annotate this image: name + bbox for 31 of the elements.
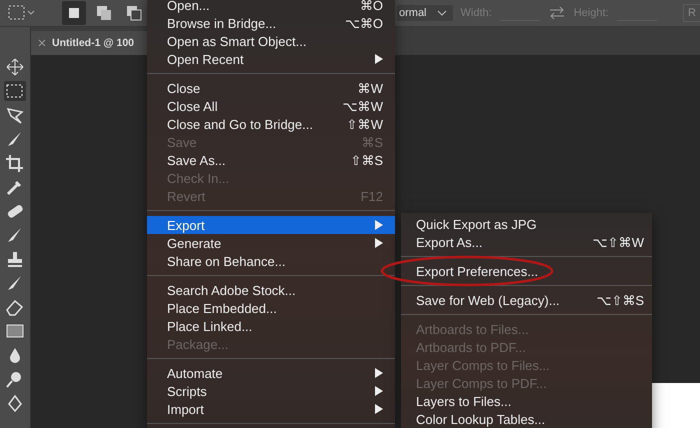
menu-item[interactable]: Export [147, 216, 395, 234]
move-icon[interactable] [4, 57, 26, 77]
menu-item[interactable]: Import [147, 400, 395, 418]
style-dropdown[interactable]: ormal [397, 5, 453, 21]
menu-item[interactable]: Close and Go to Bridge... ⇧⌘W [147, 115, 395, 133]
menu-item[interactable]: Export As... ⌥⇧⌘W [401, 233, 652, 251]
menu-item[interactable]: Quick Export as JPG [401, 215, 652, 233]
menu-item[interactable]: Place Linked... [147, 317, 395, 335]
menu-item[interactable]: Scripts [147, 382, 395, 400]
menu-item[interactable]: Search Adobe Stock... [147, 281, 395, 299]
menu-item[interactable]: Save As... ⇧⌘S [147, 151, 395, 169]
menu-item[interactable]: Browse in Bridge... ⌥⌘O [147, 14, 395, 32]
menu-item[interactable]: Place Embedded... [147, 299, 395, 317]
swap-icon[interactable] [548, 5, 566, 21]
document-canvas [652, 383, 700, 428]
lasso-icon[interactable] [4, 105, 26, 125]
new-selection-icon[interactable] [62, 1, 86, 25]
chevron-down-icon [436, 9, 447, 17]
menu-item[interactable]: Open... ⌘O [147, 0, 395, 14]
menu-item[interactable]: Color Lookup Tables... [401, 410, 652, 428]
crop-icon[interactable] [4, 153, 26, 173]
menu-item[interactable]: Close All ⌥⌘W [147, 97, 395, 115]
menu-item[interactable]: Export Preferences... [401, 262, 652, 280]
menu-item[interactable]: Generate [147, 234, 395, 252]
menu-item[interactable]: Share on Behance... [147, 252, 395, 270]
menu-item[interactable]: Automate [147, 364, 395, 382]
close-icon[interactable] [38, 39, 46, 47]
menu-item[interactable]: Close ⌘W [147, 79, 395, 97]
marquee-tool-icon[interactable] [4, 81, 26, 101]
menu-item[interactable]: Save for Web (Legacy)... ⌥⇧⌘S [401, 291, 652, 309]
menu-item[interactable]: Layers to Files... [401, 392, 652, 410]
